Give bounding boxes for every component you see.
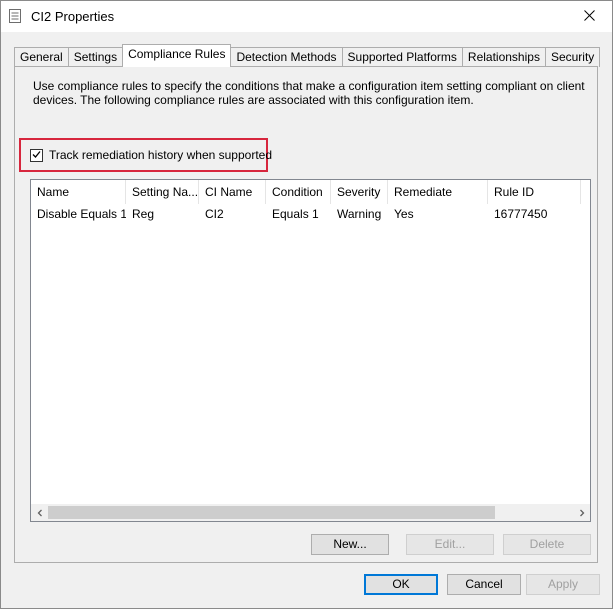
scroll-thumb[interactable]	[48, 506, 495, 519]
chevron-left-icon	[36, 506, 44, 520]
column-header-rule-id[interactable]: Rule ID	[488, 180, 581, 204]
checkmark-icon	[32, 148, 41, 162]
cell-setting-name: Reg	[132, 207, 155, 221]
scroll-left-button[interactable]	[31, 504, 48, 521]
cell-condition: Equals 1	[272, 207, 319, 221]
track-remediation-label: Track remediation history when supported	[49, 148, 272, 162]
ok-button[interactable]: OK	[364, 574, 438, 595]
column-header-name[interactable]: Name	[31, 180, 126, 204]
column-header-remediate[interactable]: Remediate	[388, 180, 488, 204]
cell-remediate: Yes	[394, 207, 414, 221]
scroll-right-button[interactable]	[573, 504, 590, 521]
cell-ci-name: CI2	[205, 207, 224, 221]
cell-name: Disable Equals 1	[37, 207, 126, 221]
tab-supported-platforms[interactable]: Supported Platforms	[341, 47, 462, 67]
list-header: Name Setting Na... CI Name Condition Sev…	[31, 180, 581, 204]
delete-rule-button[interactable]: Delete	[503, 534, 591, 555]
track-remediation-option[interactable]: Track remediation history when supported	[30, 148, 272, 162]
table-row[interactable]: Disable Equals 1 Reg CI2 Equals 1 Warnin…	[31, 204, 581, 224]
cancel-button[interactable]: Cancel	[447, 574, 521, 595]
compliance-rules-list[interactable]: Name Setting Na... CI Name Condition Sev…	[30, 179, 591, 522]
tab-relationships[interactable]: Relationships	[461, 47, 545, 67]
title-bar: CI2 Properties	[1, 1, 612, 32]
properties-sheet-icon	[8, 9, 22, 23]
panel-description: Use compliance rules to specify the cond…	[33, 79, 585, 107]
tab-compliance-rules[interactable]: Compliance Rules	[122, 44, 232, 67]
column-header-setting-name[interactable]: Setting Na...	[126, 180, 199, 204]
cell-severity: Warning	[337, 207, 382, 221]
close-icon	[583, 9, 595, 24]
cell-rule-id: 16777450	[494, 207, 548, 221]
properties-dialog: CI2 Properties General Settings Complian…	[0, 0, 613, 609]
column-header-condition[interactable]: Condition	[266, 180, 331, 204]
tab-security[interactable]: Security	[544, 47, 601, 67]
edit-rule-button[interactable]: Edit...	[406, 534, 494, 555]
tab-general[interactable]: General	[14, 47, 68, 67]
window-title: CI2 Properties	[31, 9, 115, 24]
tab-strip: General Settings Compliance Rules Detect…	[14, 44, 601, 67]
horizontal-scrollbar[interactable]	[31, 504, 590, 521]
track-remediation-checkbox[interactable]	[30, 148, 43, 162]
tab-detection-methods[interactable]: Detection Methods	[231, 47, 342, 67]
close-button[interactable]	[566, 1, 612, 32]
new-rule-button[interactable]: New...	[311, 534, 389, 555]
column-header-severity[interactable]: Severity	[331, 180, 388, 204]
column-header-ci-name[interactable]: CI Name	[199, 180, 266, 204]
tab-settings[interactable]: Settings	[67, 47, 123, 67]
compliance-rules-panel: Use compliance rules to specify the cond…	[14, 66, 598, 563]
apply-button[interactable]: Apply	[526, 574, 600, 595]
chevron-right-icon	[578, 506, 586, 520]
